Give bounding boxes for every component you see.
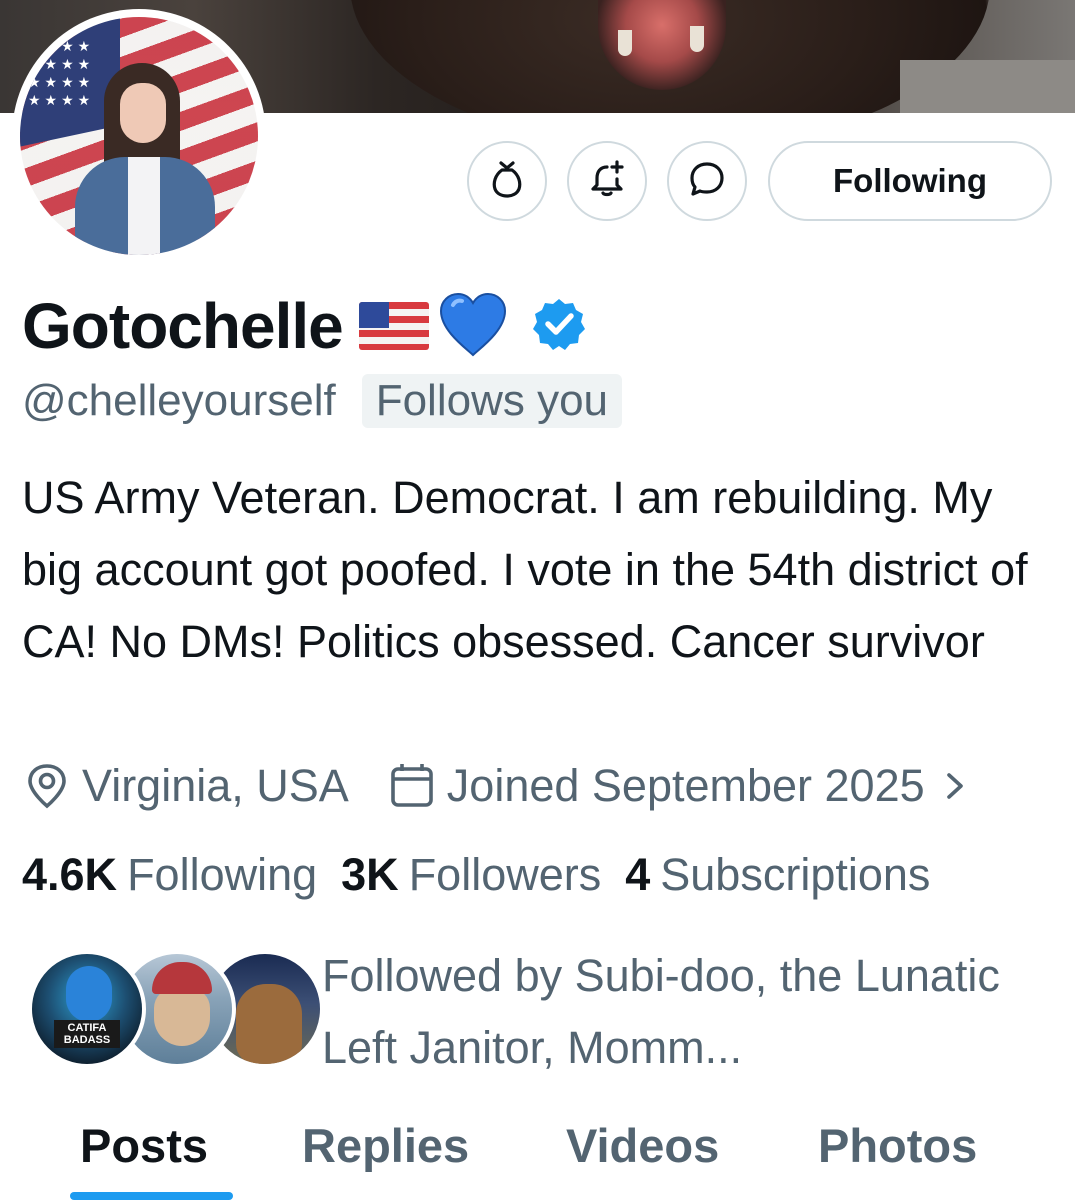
followers-count: 3K <box>341 849 399 900</box>
calendar-icon <box>387 761 437 811</box>
followers-label: Followers <box>408 849 602 900</box>
follows-you-badge: Follows you <box>361 374 623 428</box>
following-button[interactable]: Following <box>768 141 1052 221</box>
message-button[interactable] <box>667 141 747 221</box>
profile-bio: US Army Veteran. Democrat. I am rebuildi… <box>22 472 1028 667</box>
followed-by-avatars[interactable]: CATIFA BADASS <box>28 950 324 1070</box>
profile-avatar[interactable]: ★★★★ ★★★★ ★★★★ ★★★★ <box>12 9 266 263</box>
notification-bell-plus-icon <box>587 159 627 204</box>
message-icon <box>687 159 727 204</box>
avatar-shirt <box>128 157 160 255</box>
avatar-flag-stars: ★★★★ ★★★★ ★★★★ ★★★★ <box>28 38 95 108</box>
notifications-button[interactable] <box>567 141 647 221</box>
display-name: Gotochelle <box>22 290 344 362</box>
following-label: Following <box>127 849 318 900</box>
subscriptions-label: Subscriptions <box>660 849 931 900</box>
avatar-photo: ★★★★ ★★★★ ★★★★ ★★★★ <box>20 17 258 255</box>
bag-icon <box>489 159 525 204</box>
handle-row: @chelleyourself Follows you <box>22 370 623 432</box>
follow-stats-row: 4.6K Following 3K Followers 4 Subscripti… <box>22 844 930 906</box>
profile-location: Virginia, USA <box>82 760 349 811</box>
banner-tooth <box>618 30 632 56</box>
location-pin-icon <box>22 761 72 811</box>
avatar-badge-text: CATIFA BADASS <box>54 1020 120 1048</box>
following-count: 4.6K <box>22 849 118 900</box>
following-stat[interactable]: 4.6K Following <box>22 849 317 901</box>
avatar-face <box>120 83 166 143</box>
us-flag-emoji <box>358 302 429 350</box>
tip-button[interactable] <box>467 141 547 221</box>
banner-tooth <box>690 26 704 52</box>
follower-avatar: CATIFA BADASS <box>28 950 146 1068</box>
verified-badge-icon[interactable] <box>531 296 587 357</box>
display-name-row: Gotochelle <box>22 290 587 362</box>
active-tab-indicator <box>70 1192 233 1200</box>
subscriptions-stat[interactable]: 4 Subscriptions <box>625 849 930 901</box>
followers-stat[interactable]: 3K Followers <box>341 849 601 901</box>
tab-videos[interactable]: Videos <box>566 1118 719 1173</box>
followed-by-text[interactable]: Followed by Subi-doo, the Lunatic Left J… <box>322 940 1022 1084</box>
profile-meta-row: Virginia, USA Joined September 2025 <box>22 755 967 817</box>
username-handle: @chelleyourself <box>22 376 336 425</box>
profile-tabs: Posts Replies Videos Photos <box>0 1110 1075 1200</box>
tab-photos[interactable]: Photos <box>818 1118 977 1173</box>
tab-replies[interactable]: Replies <box>302 1118 469 1173</box>
tab-posts[interactable]: Posts <box>80 1118 208 1173</box>
profile-joined-date[interactable]: Joined September 2025 <box>447 760 925 812</box>
blue-heart-emoji <box>437 291 509 362</box>
chevron-right-icon[interactable] <box>943 769 967 803</box>
banner-background <box>900 60 1075 113</box>
subscriptions-count: 4 <box>625 849 651 900</box>
